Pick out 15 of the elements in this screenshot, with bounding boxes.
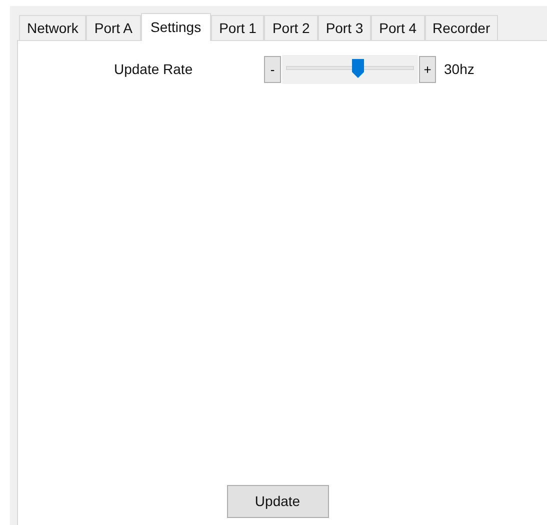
tab[interactable]: Port 4 [371,15,425,40]
rate-slider[interactable] [282,54,418,84]
tab[interactable]: Recorder [424,15,498,40]
setting-label: Update Rate [114,60,194,79]
slider-thumb[interactable] [350,58,365,78]
tab[interactable]: Port 3 [318,15,372,40]
increase-button[interactable]: + [419,56,436,82]
tab[interactable]: Port 2 [264,15,318,40]
rate-value: 30hz [444,60,474,78]
tab[interactable]: Port A [86,15,140,40]
decrease-button[interactable]: - [264,56,281,82]
tab[interactable]: Settings [140,13,212,41]
tab[interactable]: Port 1 [211,15,264,40]
update-button[interactable]: Update [226,485,328,518]
tab[interactable]: Network [19,15,86,40]
